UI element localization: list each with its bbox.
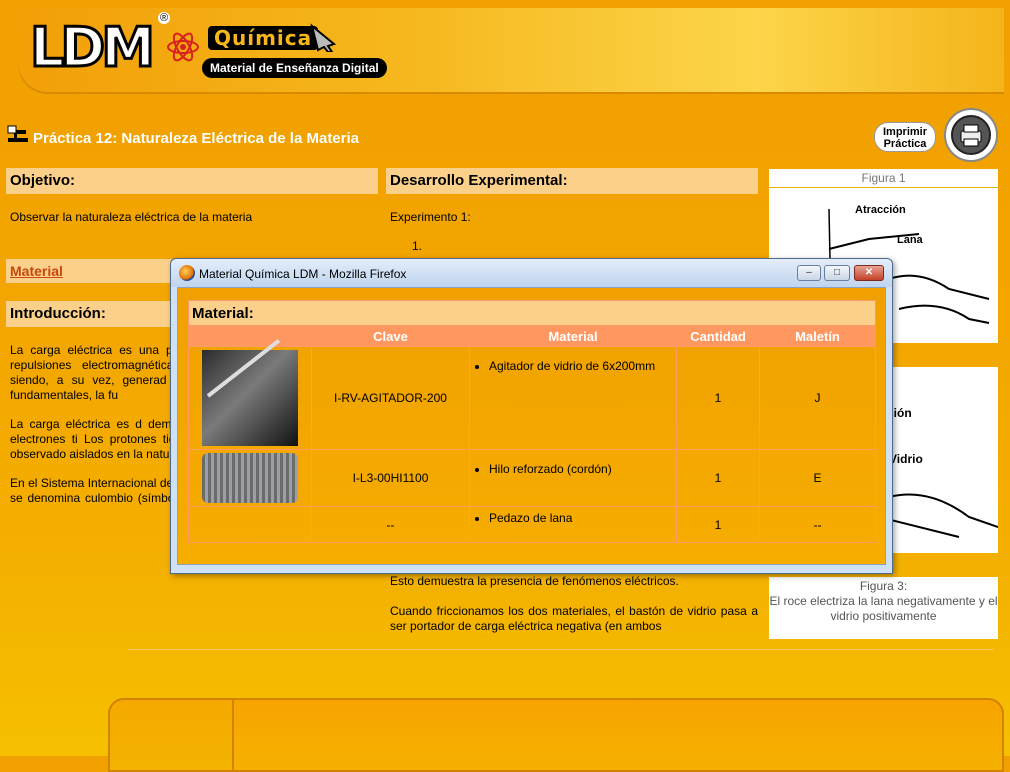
maximize-button[interactable]: □ (824, 265, 850, 281)
footer-panel (108, 698, 1004, 772)
figure-3-description: El roce electriza la lana negativamente … (769, 594, 998, 623)
cell-cantidad: 1 (676, 449, 760, 507)
glass-rod-photo (202, 350, 298, 446)
cell-clave: -- (311, 506, 470, 543)
material-table-title: Material: (188, 300, 876, 326)
table-row: I-L3-00HI1100 Hilo reforzado (cordón) 1 … (188, 449, 876, 507)
logo-tagline: Material de Enseñanza Digital (202, 58, 387, 78)
printer-icon (960, 124, 982, 147)
table-row: -- Pedazo de lana 1 -- (188, 506, 876, 543)
objective-heading: Objetivo: (6, 168, 378, 194)
close-button[interactable]: ✕ (854, 265, 884, 281)
print-button[interactable] (944, 108, 998, 162)
col-header-image (188, 325, 312, 347)
figure-3-caption-box: Figura 3: El roce electriza la lana nega… (769, 577, 998, 639)
thread-spool-photo (202, 453, 298, 503)
registered-mark-icon: ® (158, 12, 170, 24)
table-row: I-RV-AGITADOR-200 Agitador de vidrio de … (188, 346, 876, 450)
material-table: Material: Clave Material Cantidad Maletí… (188, 300, 876, 543)
col-header-cantidad: Cantidad (676, 325, 760, 347)
fig2-label-b: Vidrio (889, 452, 923, 466)
col-header-clave: Clave (311, 325, 470, 347)
cell-material: Hilo reforzado (cordón) (469, 449, 677, 507)
figure-1-caption: Figura 1 (769, 169, 998, 188)
fig1-label-b: Lana (897, 234, 924, 246)
material-item: Pedazo de lana (489, 511, 675, 525)
objective-text: Observar la naturaleza eléctrica de la m… (10, 210, 253, 224)
ldm-logo[interactable]: LDM (29, 16, 157, 79)
pointing-hand-icon (310, 23, 337, 52)
col-header-material: Material (469, 325, 677, 347)
microscope-icon (7, 125, 28, 142)
development-heading: Desarrollo Experimental: (386, 168, 758, 194)
cell-clave: I-L3-00HI1100 (311, 449, 470, 507)
material-item: Hilo reforzado (cordón) (489, 462, 675, 476)
experiment-label: Experimento 1: (390, 210, 471, 224)
cell-cantidad: 1 (676, 346, 760, 450)
practice-title-row: Práctica 12: Naturaleza Eléctrica de la … (6, 108, 1006, 162)
cell-material: Agitador de vidrio de 6x200mm (469, 346, 677, 450)
atom-icon (167, 32, 199, 62)
cell-material: Pedazo de lana (469, 506, 677, 543)
firefox-icon (179, 265, 195, 281)
col-header-maletin: Maletín (759, 325, 876, 347)
experiment-step-1: 1. (412, 239, 423, 253)
popup-title-bar[interactable]: Material Química LDM - Mozilla Firefox –… (171, 259, 892, 287)
header-banner: LDM ® Química Material de Enseñanza Digi… (18, 8, 1004, 94)
page-title: Práctica 12: Naturaleza Eléctrica de la … (33, 130, 360, 147)
fig1-label-a: Atracción (855, 204, 906, 216)
material-item: Agitador de vidrio de 6x200mm (489, 359, 675, 373)
middle-column: Desarrollo Experimental: Experimento 1: … (386, 168, 758, 633)
cell-image-empty (188, 506, 312, 543)
cell-maletin: -- (759, 506, 876, 543)
popup-content: Material: Clave Material Cantidad Maletí… (177, 287, 886, 565)
figure-3-caption: Figura 3: (859, 579, 908, 593)
quimica-logo: Química (208, 26, 319, 50)
cell-maletin: J (759, 346, 876, 450)
content-bottom-divider (128, 649, 994, 650)
result-text: Esto demuestra la presencia de fenómenos… (390, 574, 679, 588)
cell-maletin: E (759, 449, 876, 507)
material-popup-window[interactable]: Material Química LDM - Mozilla Firefox –… (170, 258, 893, 574)
friction-text: Cuando friccionamos los dos materiales, … (390, 604, 758, 633)
footer-tab (110, 700, 234, 770)
cell-cantidad: 1 (676, 506, 760, 543)
cell-clave: I-RV-AGITADOR-200 (311, 346, 470, 450)
popup-window-title: Material Química LDM - Mozilla Firefox (199, 267, 407, 281)
print-practice-label[interactable]: Imprimir Práctica (874, 122, 936, 152)
minimize-button[interactable]: – (797, 265, 821, 281)
